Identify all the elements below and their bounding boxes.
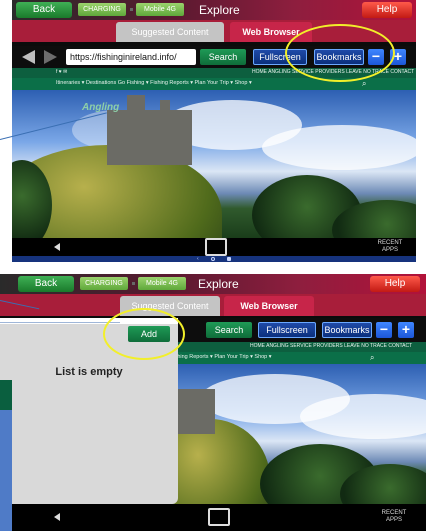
charging-badge-2: CHARGING bbox=[80, 277, 128, 290]
site-top-links-2[interactable]: HOME ANGLING SERVICE PROVIDERS LEAVE NO … bbox=[250, 343, 412, 349]
system-home-icon[interactable] bbox=[211, 257, 215, 261]
zoom-in-button[interactable]: + bbox=[390, 49, 406, 65]
add-bookmark-button[interactable]: Add bbox=[128, 326, 170, 342]
tab-suggested-content[interactable]: Suggested Content bbox=[116, 22, 224, 42]
nav-home-icon[interactable] bbox=[205, 238, 227, 256]
system-back-icon[interactable]: ‹ bbox=[197, 257, 199, 262]
page-title-2: Explore bbox=[198, 277, 239, 291]
zoom-out-button-2[interactable]: − bbox=[376, 322, 392, 338]
recent-apps-button-2[interactable]: RECENT APPS bbox=[376, 510, 412, 524]
site-top-links[interactable]: HOME ANGLING SERVICE PROVIDERS LEAVE NO … bbox=[252, 69, 414, 75]
system-navbar: ‹ bbox=[12, 256, 416, 262]
panel-edge-line bbox=[0, 322, 120, 323]
tab-bar-2: Suggested Content Web Browser bbox=[0, 294, 426, 316]
charging-badge: CHARGING bbox=[78, 3, 126, 16]
network-badge: Mobile 4G bbox=[136, 3, 184, 16]
tab-web-browser-2[interactable]: Web Browser bbox=[224, 296, 314, 316]
bookmarks-panel: Add List is empty bbox=[0, 318, 178, 504]
back-button[interactable]: Back bbox=[16, 2, 72, 18]
site-menu[interactable]: Itineraries ▾ Destinations Go Fishing ▾ … bbox=[56, 80, 252, 86]
site-search-icon[interactable]: ⌕ bbox=[362, 79, 366, 89]
left-edge-strip bbox=[0, 380, 12, 531]
tab-web-browser[interactable]: Web Browser bbox=[230, 22, 312, 42]
screenshot-top: Back CHARGING Mobile 4G Explore Help Sug… bbox=[12, 0, 416, 262]
network-badge-2: Mobile 4G bbox=[138, 277, 186, 290]
android-navbar-2: RECENT APPS bbox=[0, 504, 426, 531]
system-recents-icon[interactable] bbox=[227, 257, 231, 261]
screenshot-bottom: Back CHARGING Mobile 4G Explore Help Sug… bbox=[0, 274, 426, 531]
zoom-in-button-2[interactable]: + bbox=[398, 322, 414, 338]
separator-dot bbox=[130, 8, 133, 11]
bookmarks-button[interactable]: Bookmarks bbox=[314, 49, 364, 65]
site-menu-2[interactable]: Fishing Reports ▾ Plan Your Trip ▾ Shop … bbox=[170, 354, 272, 360]
tab-suggested-content-2[interactable]: Suggested Content bbox=[120, 296, 220, 316]
back-arrow-icon[interactable] bbox=[22, 50, 35, 64]
social-icons[interactable]: f ♥ ✉ bbox=[56, 69, 67, 75]
empty-list-message: List is empty bbox=[55, 366, 123, 378]
status-bar-2: Back CHARGING Mobile 4G Explore Help bbox=[0, 274, 426, 294]
forward-arrow-icon[interactable] bbox=[44, 50, 57, 64]
castle bbox=[107, 110, 192, 165]
status-bar: Back CHARGING Mobile 4G Explore Help bbox=[12, 0, 416, 20]
bookmarks-button-2[interactable]: Bookmarks bbox=[322, 322, 372, 338]
page-title: Explore bbox=[199, 3, 240, 17]
site-search-icon-2[interactable]: ⌕ bbox=[370, 353, 374, 363]
recent-apps-button[interactable]: RECENT APPS bbox=[372, 240, 408, 254]
url-input[interactable]: https://fishinginireland.info/ bbox=[66, 49, 196, 65]
site-header-top: f ♥ ✉ HOME ANGLING SERVICE PROVIDERS LEA… bbox=[12, 68, 416, 78]
nav-back-icon[interactable] bbox=[54, 243, 60, 251]
site-logo[interactable]: Angling bbox=[82, 102, 119, 113]
search-button[interactable]: Search bbox=[200, 49, 246, 65]
site-menu-bar: Itineraries ▾ Destinations Go Fishing ▾ … bbox=[12, 78, 416, 90]
nav-home-icon-2[interactable] bbox=[208, 508, 230, 526]
hero-image: Angling bbox=[12, 90, 416, 238]
android-navbar: RECENT APPS bbox=[12, 238, 416, 256]
nav-back-icon-2[interactable] bbox=[54, 513, 60, 521]
tab-bar: Suggested Content Web Browser bbox=[12, 20, 416, 42]
help-button[interactable]: Help bbox=[362, 2, 412, 18]
separator-dot-2 bbox=[132, 282, 135, 285]
back-button-2[interactable]: Back bbox=[18, 276, 74, 292]
search-button-2[interactable]: Search bbox=[206, 322, 252, 338]
zoom-out-button[interactable]: − bbox=[368, 49, 384, 65]
fullscreen-button[interactable]: Fullscreen bbox=[253, 49, 307, 65]
browser-toolbar: https://fishinginireland.info/ Search Fu… bbox=[12, 46, 416, 68]
help-button-2[interactable]: Help bbox=[370, 276, 420, 292]
fullscreen-button-2[interactable]: Fullscreen bbox=[258, 322, 316, 338]
